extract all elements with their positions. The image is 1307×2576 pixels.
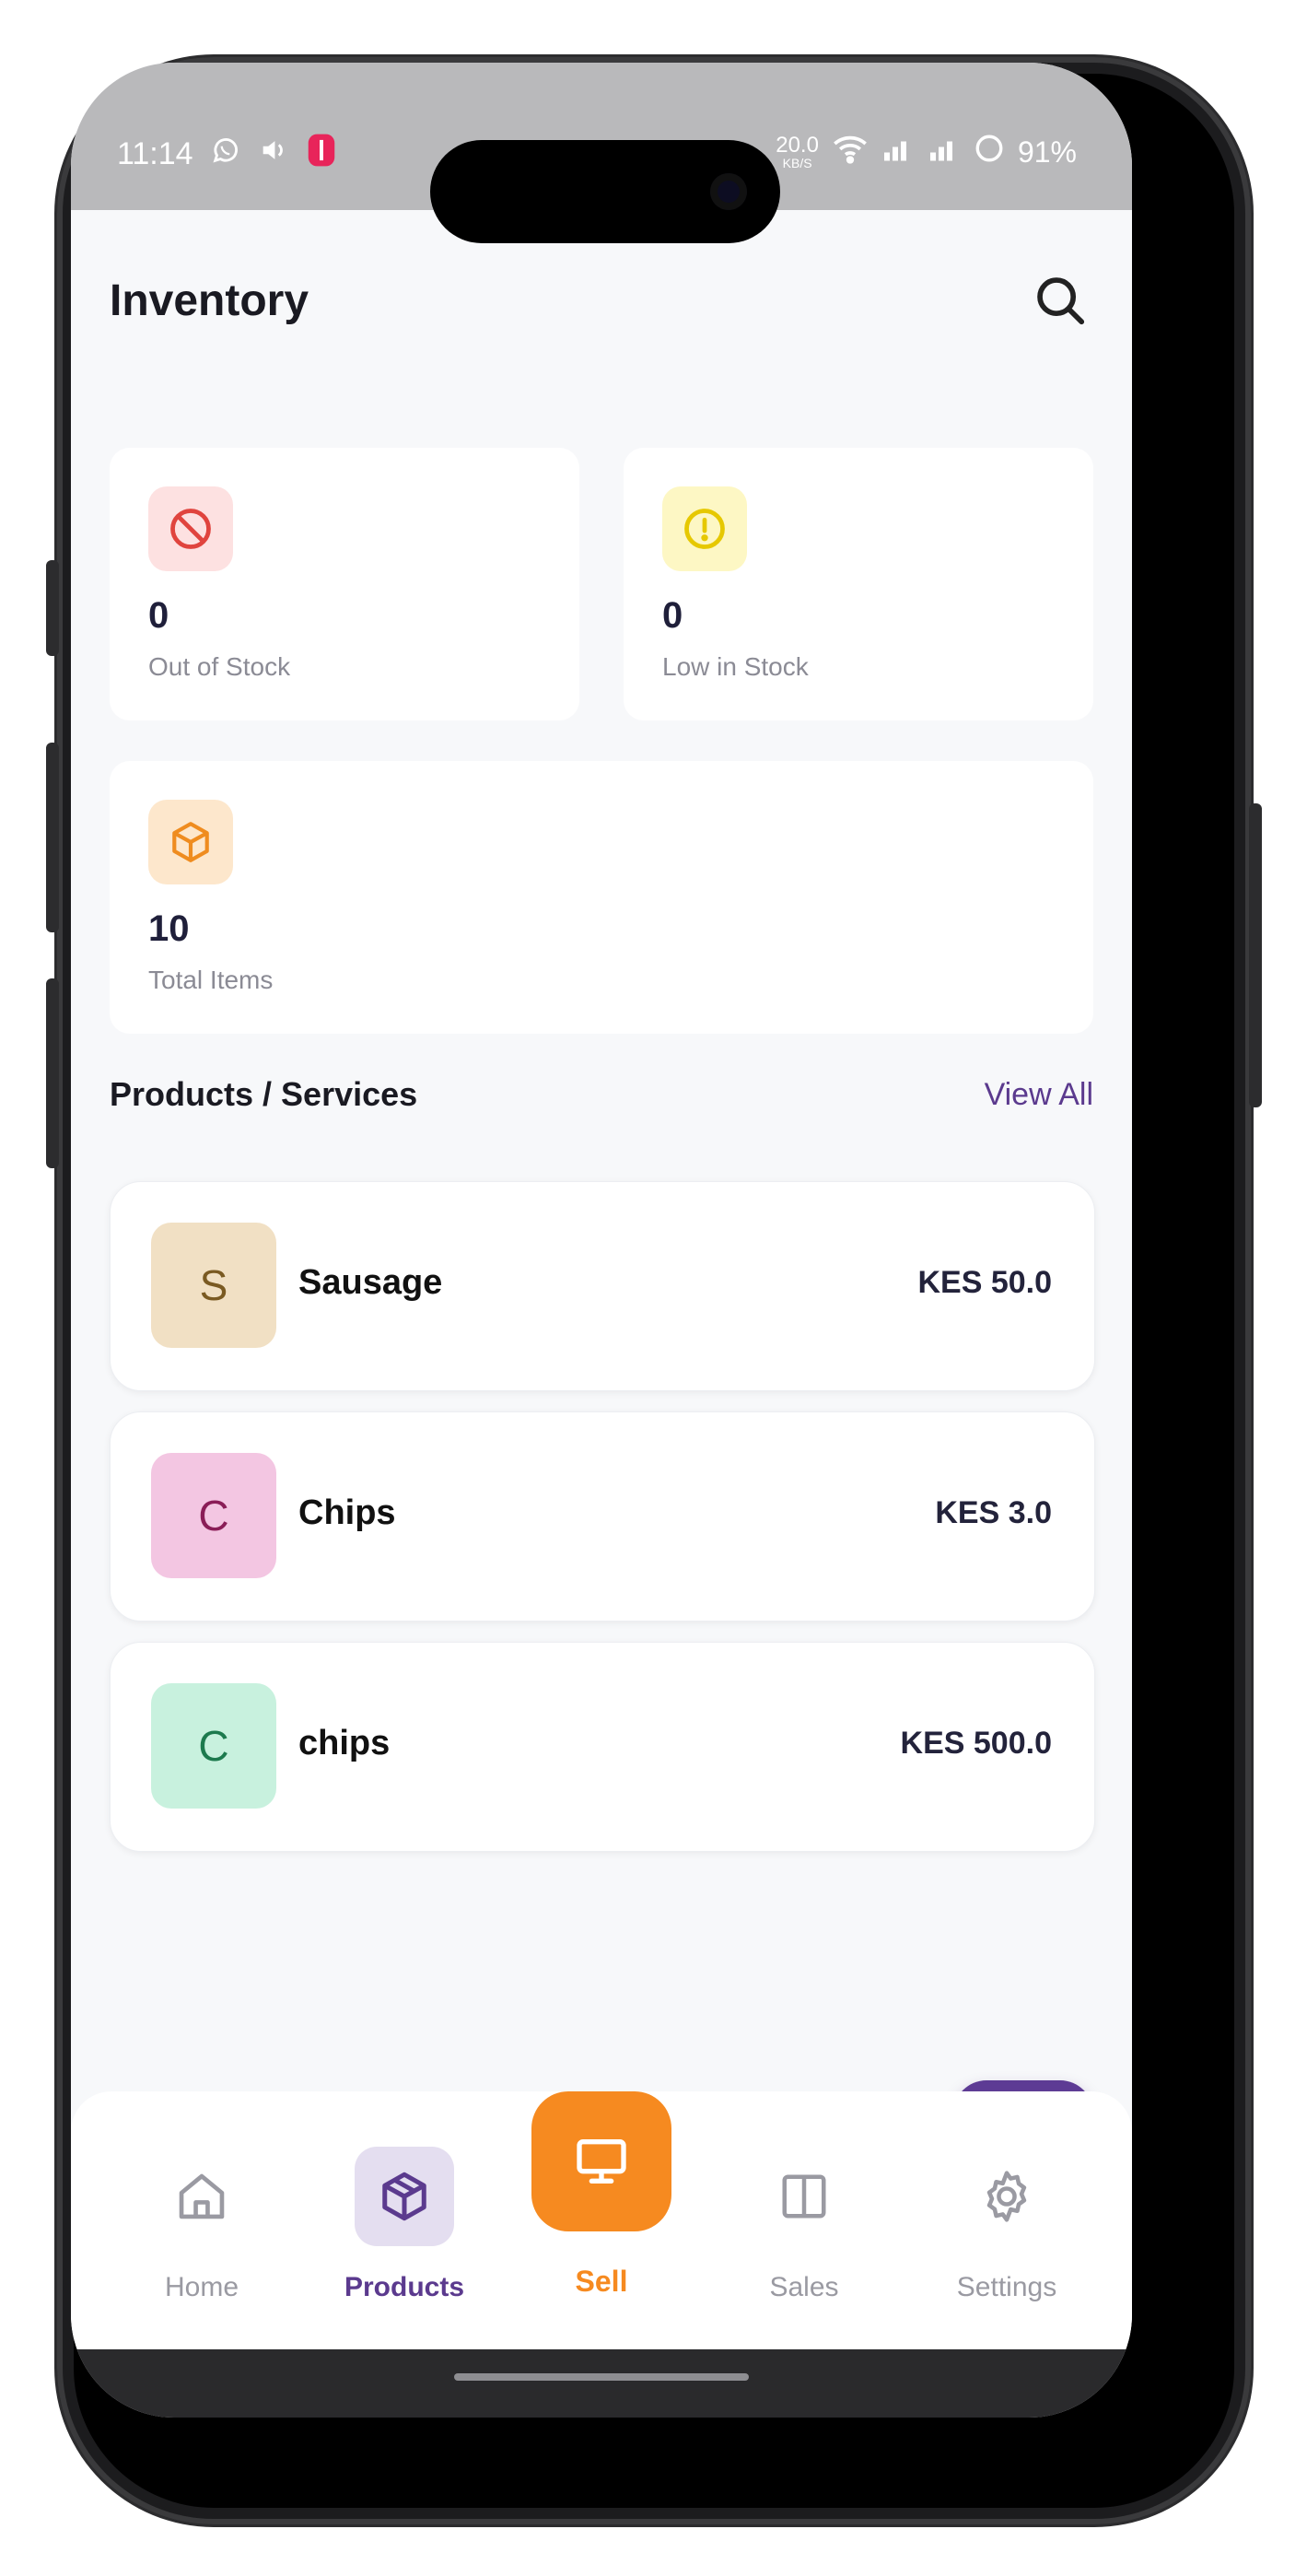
stat-card-low-in-stock[interactable]: 0 Low in Stock (624, 448, 1093, 720)
products-section-header: Products / Services View All (110, 1067, 1093, 1122)
nav-icon-wrap (754, 2147, 854, 2246)
signal-icon-1 (881, 135, 915, 170)
signal-icon-2 (928, 135, 961, 170)
volume-icon (258, 135, 289, 174)
nav-icon-wrap (152, 2147, 251, 2246)
product-name: Chips (298, 1493, 396, 1532)
stat-label: Out of Stock (148, 652, 291, 681)
nav-home[interactable]: Home (100, 2091, 303, 2349)
nav-products[interactable]: Products (303, 2091, 506, 2349)
whatsapp-icon (210, 135, 241, 174)
stat-icon-wrap (662, 486, 747, 571)
volume-down-button (46, 978, 59, 1168)
nav-label: Products (344, 2272, 465, 2302)
product-name: chips (298, 1724, 391, 1762)
home-icon (179, 2173, 225, 2219)
box-icon (172, 822, 209, 862)
battery-icon (974, 133, 1005, 171)
app-notification-icon (306, 133, 337, 176)
product-avatar: C (151, 1683, 276, 1809)
wifi-icon (832, 133, 869, 171)
stat-value: 10 (148, 908, 190, 949)
page-header: Inventory (110, 263, 1093, 337)
battery-percentage: 91% (1017, 135, 1077, 169)
nav-label: Sales (769, 2272, 839, 2302)
product-price: KES 3.0 (935, 1495, 1052, 1530)
search-button[interactable] (1027, 267, 1093, 334)
product-avatar: S (151, 1223, 276, 1348)
volume-up-button (46, 743, 59, 932)
app-screen: 11:14 20.0 KB/S 91% Inventory 0 Out of S… (71, 63, 1132, 2418)
power-button (1249, 803, 1262, 1107)
stat-label: Low in Stock (662, 652, 809, 681)
network-speed-value: 20.0 (776, 133, 819, 158)
stat-card-total-items[interactable]: 10 Total Items (110, 761, 1093, 1034)
network-speed: 20.0 KB/S (776, 135, 819, 170)
home-indicator[interactable] (454, 2373, 749, 2381)
product-item-chips-2[interactable]: C chips KES 500.0 (110, 1642, 1095, 1852)
stat-label: Total Items (148, 966, 274, 994)
nav-sales[interactable]: Sales (703, 2091, 905, 2349)
product-price: KES 500.0 (900, 1726, 1052, 1761)
dynamic-island (430, 140, 780, 243)
section-title: Products / Services (110, 1075, 418, 1113)
monitor-icon (577, 2139, 626, 2184)
product-item-chips[interactable]: C Chips KES 3.0 (110, 1411, 1095, 1622)
home-indicator-area (71, 2349, 1132, 2418)
stat-card-out-of-stock[interactable]: 0 Out of Stock (110, 448, 579, 720)
product-item-sausage[interactable]: S Sausage KES 50.0 (110, 1181, 1095, 1391)
stat-icon-wrap (148, 800, 233, 884)
mute-switch (46, 560, 59, 656)
nav-sell[interactable]: Sell (500, 2091, 703, 2349)
nav-icon-wrap (957, 2147, 1056, 2246)
product-price: KES 50.0 (917, 1265, 1052, 1300)
product-avatar: C (151, 1453, 276, 1578)
network-speed-unit: KB/S (782, 156, 812, 170)
gear-icon (986, 2171, 1027, 2222)
stat-value: 0 (148, 595, 169, 636)
page-title: Inventory (110, 275, 309, 325)
stat-icon-wrap (148, 486, 233, 571)
nav-settings[interactable]: Settings (905, 2091, 1108, 2349)
front-camera (710, 173, 747, 210)
box-icon (382, 2172, 426, 2221)
view-all-link[interactable]: View All (985, 1077, 1093, 1113)
block-icon (170, 509, 211, 549)
search-icon (1037, 277, 1085, 325)
columns-icon (782, 2174, 826, 2219)
sell-button[interactable] (531, 2091, 671, 2231)
product-name: Sausage (298, 1263, 443, 1302)
nav-label: Sell (575, 2265, 628, 2298)
alert-circle-icon (684, 509, 725, 549)
nav-icon-wrap-active (355, 2147, 454, 2246)
nav-label: Settings (956, 2272, 1057, 2302)
stat-value: 0 (662, 595, 683, 636)
nav-label: Home (164, 2272, 239, 2302)
bottom-navigation: Home Products Sell Sales Settings (71, 2091, 1132, 2349)
main-content: Inventory 0 Out of Stock 0 Low in Stock (71, 210, 1132, 2418)
status-time: 11:14 (117, 136, 193, 171)
